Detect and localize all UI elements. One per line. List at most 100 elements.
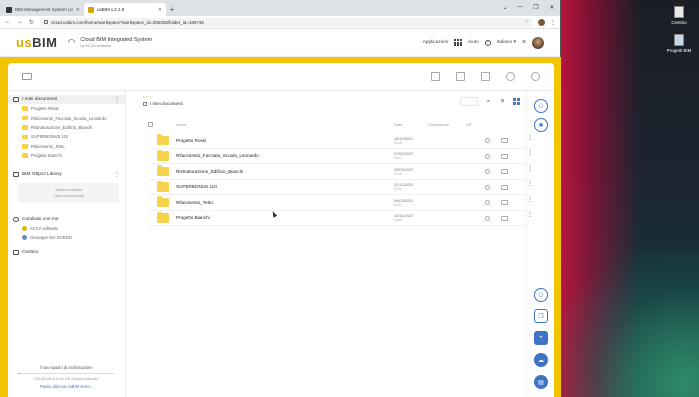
avatar[interactable]: [532, 36, 544, 49]
lock-icon: [44, 20, 48, 24]
share-icon[interactable]: [485, 169, 490, 174]
breadcrumb-current: I miei documenti: [143, 101, 183, 106]
sidebar-folder[interactable]: Ristrutturazione_Edificio_Bianchi: [8, 123, 125, 132]
reload-icon[interactable]: ↻: [28, 19, 35, 26]
apps-grid-icon[interactable]: [454, 38, 462, 47]
breadcrumb-home[interactable]: • • • •: [143, 95, 183, 99]
upload-button[interactable]: ☁: [534, 353, 548, 367]
info-icon[interactable]: [531, 72, 540, 81]
shared-icon: [13, 217, 19, 223]
shared-user[interactable]: ACCA software: [8, 224, 125, 233]
desktop-icon-recycle-bin[interactable]: Cestino: [661, 6, 697, 25]
open-folder-icon[interactable]: [501, 215, 508, 221]
browser-window: BIM Management System (usBIM ✕ usBIM v.2…: [0, 0, 561, 397]
sidebar: I miei documenti ⋮ Progetto Rossi Rifaci…: [8, 91, 126, 397]
more-options-icon[interactable]: ⋮: [114, 172, 120, 178]
maximize-icon[interactable]: ❐: [528, 0, 544, 14]
favicon-icon: [6, 6, 12, 13]
connection-icon[interactable]: ≋: [522, 40, 526, 45]
share-icon[interactable]: [485, 153, 490, 159]
help-label[interactable]: Aiuto: [468, 40, 479, 45]
tab-search-icon[interactable]: ⌄: [498, 0, 512, 14]
create-folder-link[interactable]: Crea nuova cartella: [18, 194, 119, 199]
open-folder-icon[interactable]: [501, 184, 508, 190]
tab-bim-management[interactable]: BIM Management System (usBIM ✕: [2, 3, 84, 16]
view-icon[interactable]: [506, 72, 515, 81]
sidebar-folder[interactable]: SUPERBONUS 110: [8, 132, 125, 141]
settings-button[interactable]: ✱: [534, 118, 548, 132]
storage-widget: Il tuo spazio di archiviazione 223,08 MB…: [18, 365, 115, 389]
share-icon[interactable]: [485, 138, 490, 143]
profile-icon[interactable]: [538, 18, 545, 26]
sidebar-folder[interactable]: Rifacimento_Tetto: [8, 142, 125, 151]
url-field[interactable]: cloud.usbim.com/home/workspace?workspace…: [40, 17, 533, 27]
sidebar-item-trash[interactable]: Cestino: [8, 248, 125, 257]
column-size[interactable]: Dimensione: [428, 122, 449, 127]
column-name[interactable]: Nome: [176, 122, 187, 127]
file-list: Progetto Rossi 18/10/2021 11:08 ⋮ Rifacim…: [148, 133, 533, 226]
usbim-logo[interactable]: usBIM: [16, 35, 58, 50]
sidebar-folder[interactable]: Progetto Rossi: [8, 104, 125, 113]
new-folder-button[interactable]: +: [534, 331, 548, 345]
folder-icon: [22, 115, 28, 121]
open-folder-icon[interactable]: [501, 153, 508, 159]
folder-icon: [157, 180, 169, 192]
folder-icon[interactable]: [22, 73, 32, 80]
sidebar-item-my-documents[interactable]: I miei documenti ⋮: [8, 95, 125, 104]
copy-link-button[interactable]: ❐: [534, 309, 548, 323]
close-tab-icon[interactable]: ✕: [76, 7, 80, 13]
tab-usbim[interactable]: usBIM v.2.1.8 ✕: [84, 3, 166, 16]
folder-icon: [157, 149, 169, 161]
table-header: Nome Data Dimensione VR: [148, 120, 526, 129]
table-row[interactable]: Ristrutturazione_Edificio_Bianchi 28/09/…: [148, 164, 533, 180]
search-input[interactable]: [460, 97, 478, 106]
help-icon[interactable]: ?: [484, 39, 491, 46]
grid-view-icon[interactable]: [513, 98, 520, 105]
table-row[interactable]: Rifacimento_Facciata_Scuola_Leonardo 07/…: [148, 149, 533, 164]
table-row[interactable]: Progetto Rossi 18/10/2021 11:08 ⋮: [148, 133, 533, 149]
bookmark-star-icon[interactable]: ☆: [525, 19, 529, 25]
screen-share-icon[interactable]: [481, 72, 490, 81]
shared-user[interactable]: Giuseppe Del SORDO: [8, 233, 125, 242]
column-vr[interactable]: VR: [466, 122, 472, 127]
back-icon[interactable]: ←: [4, 19, 11, 25]
share-button[interactable]: ⚇: [534, 288, 548, 302]
tab-bar: BIM Management System (usBIM ✕ usBIM v.2…: [0, 0, 560, 16]
select-all-checkbox[interactable]: [148, 122, 153, 127]
apps-label[interactable]: Applicazioni: [423, 40, 449, 45]
minimize-icon[interactable]: —: [512, 0, 528, 14]
sidebar-folder[interactable]: Rifacimento_Facciata_Scuola_Leonardo: [8, 113, 125, 122]
table-row[interactable]: Rifacimento_Tetto 04/03/2022 14:01 ⋮: [148, 195, 533, 211]
new-file-button[interactable]: ▤: [534, 375, 548, 389]
sidebar-item-bim-library[interactable]: BIM Object Library ⋮: [8, 170, 125, 179]
more-options-icon[interactable]: ⋮: [114, 97, 120, 103]
cloud-wifi-icon: ◠: [67, 37, 76, 47]
folder-icon: [157, 134, 169, 145]
open-folder-icon[interactable]: [501, 169, 508, 174]
filter-icon[interactable]: ≡: [499, 98, 506, 105]
app-frame: I miei documenti ⋮ Progetto Rossi Rifaci…: [0, 57, 561, 397]
add-user-button[interactable]: ⚇: [534, 99, 548, 113]
folder-icon: [22, 144, 28, 149]
column-date[interactable]: Data: [394, 122, 402, 127]
sidebar-folder[interactable]: Progetto Bianchi: [8, 151, 125, 160]
desktop-icon-bim-projects[interactable]: Progetti BIM: [661, 34, 697, 53]
share-icon[interactable]: [485, 184, 490, 190]
sidebar-item-shared[interactable]: Condivisi con me: [8, 215, 125, 224]
table-row[interactable]: Progetto Bianchi 10/11/2022 15:40 ⋮: [148, 211, 533, 226]
copy-icon[interactable]: [456, 72, 465, 81]
new-tab-button[interactable]: +: [166, 3, 178, 16]
close-window-icon[interactable]: ✕: [544, 0, 560, 14]
open-folder-icon[interactable]: [501, 200, 508, 205]
language-select[interactable]: Italiano ▾: [497, 40, 516, 45]
open-folder-icon[interactable]: [501, 138, 508, 143]
print-icon[interactable]: [431, 72, 440, 81]
close-tab-icon[interactable]: ✕: [158, 7, 162, 13]
table-row[interactable]: SUPERBONUS 110 02/12/2020 12:11 ⋮: [148, 180, 533, 195]
browser-menu-icon[interactable]: ⋮: [550, 19, 556, 26]
search-icon[interactable]: ⌕: [485, 98, 492, 105]
share-icon[interactable]: [485, 200, 490, 205]
upgrade-link[interactable]: Passa alla tua usBIM store...: [18, 384, 115, 389]
forward-icon[interactable]: →: [16, 19, 23, 25]
share-icon[interactable]: [485, 215, 490, 221]
